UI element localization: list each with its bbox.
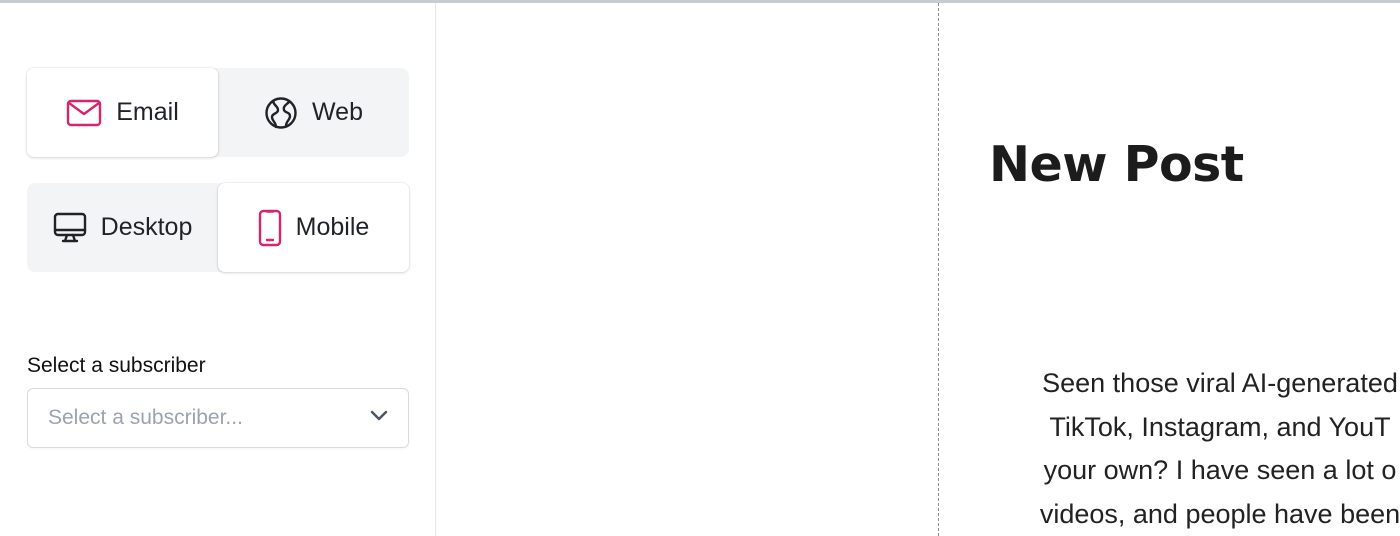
desktop-mode-label: Desktop [100,213,193,241]
mobile-mode-label: Mobile [295,213,370,241]
subscriber-select[interactable]: Select a subscriber... [27,388,409,448]
mobile-icon [258,209,282,247]
preview-frame-edge [938,3,939,536]
mobile-mode-button[interactable]: Mobile [218,183,409,272]
preview-settings-sidebar: Email Web Desktop Mobile Select a subscr… [0,3,436,536]
web-globe-icon [264,96,298,130]
post-body-line: Seen those viral AI-generated [1042,368,1398,398]
post-body: Seen those viral AI-generated TikTok, In… [990,362,1400,536]
email-icon [66,99,102,127]
post-body-line: TikTok, Instagram, and YouT [1049,411,1391,442]
subscriber-select-label: Select a subscriber [27,354,206,377]
device-toggle: Desktop Mobile [27,183,409,272]
email-mode-button[interactable]: Email [27,68,218,157]
channel-toggle: Email Web [27,68,409,157]
web-mode-button[interactable]: Web [218,68,409,157]
email-mode-label: Email [116,98,179,126]
desktop-icon [53,212,87,244]
chevron-down-icon [370,409,388,427]
web-mode-label: Web [312,98,363,126]
desktop-mode-button[interactable]: Desktop [27,183,218,272]
post-title: New Post [989,136,1244,193]
post-body-line: videos, and people have been [1039,498,1400,529]
subscriber-select-placeholder: Select a subscriber... [48,406,243,429]
post-body-line: your own? I have seen a lot o [1043,455,1397,485]
